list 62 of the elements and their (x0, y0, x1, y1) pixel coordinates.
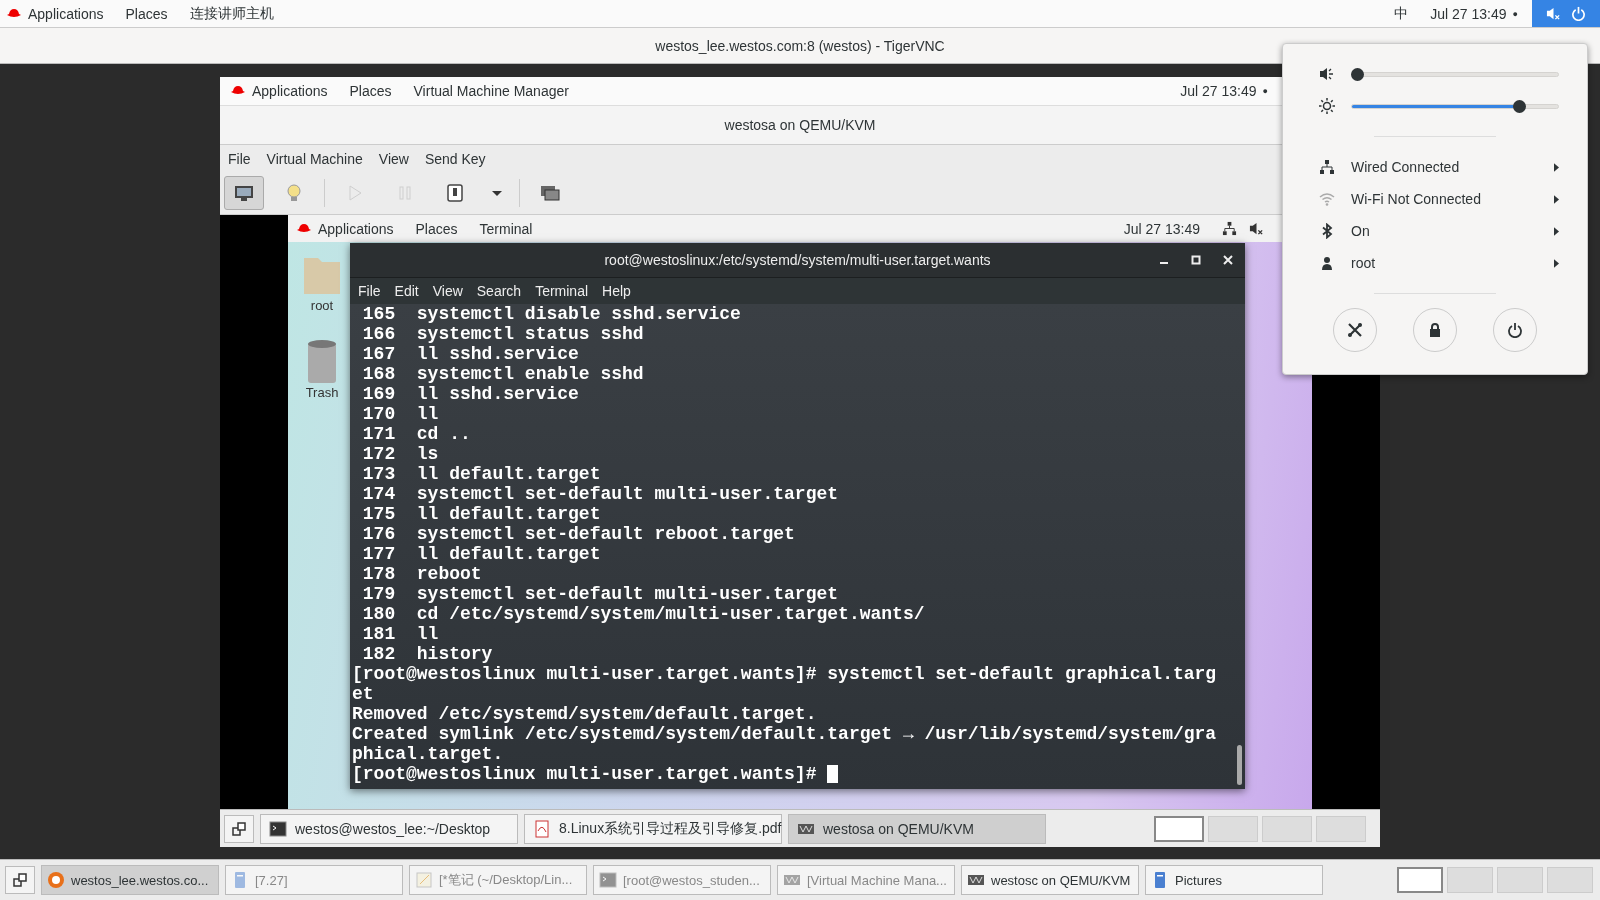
menu-item[interactable]: File (228, 150, 251, 167)
notification-dot: ● (1262, 86, 1268, 96)
terminal-line: 169 ll sshd.service (361, 384, 579, 404)
menu-item[interactable]: root (1283, 247, 1587, 279)
taskbar-item[interactable]: 8.Linux系统引导过程及引导修复.pdf (524, 813, 782, 844)
terminal-line: 177 ll default.target (361, 544, 601, 564)
taskbar-item[interactable]: westosa on QEMU/KVM (788, 813, 1046, 844)
terminal-line: 174 systemctl set-default multi-user.target (361, 484, 839, 504)
menu-item[interactable]: File (358, 283, 381, 299)
terminal-line: phical.target. (352, 744, 504, 764)
terminal-line: 181 ll (361, 624, 439, 644)
window-title: root@westoslinux:/etc/systemd/system/multi-user.target.wants (604, 252, 991, 268)
terminal-line: 167 ll sshd.service (361, 344, 579, 364)
input-method-indicator[interactable]: 中 (1394, 4, 1409, 23)
window-title: westosa on QEMU/KVM (724, 117, 876, 133)
menu-item[interactable]: Edit (394, 283, 419, 299)
clock[interactable]: Jul 27 13:49 (1180, 83, 1257, 99)
terminal-line: 165 systemctl disable sshd.service (361, 304, 741, 324)
top-bar-menu[interactable]: Applications (28, 5, 104, 22)
menu-item[interactable]: On (1283, 215, 1587, 247)
terminal-line: 179 systemctl set-default multi-user.target (361, 584, 839, 604)
menu-item[interactable]: Send Key (424, 150, 486, 167)
menu-item[interactable]: Terminal (535, 283, 589, 299)
top-bar-menu[interactable]: Applications (318, 220, 394, 237)
terminal-line: Created symlink /etc/systemd/system/default.target → /usr/lib/systemd/system/gra (352, 724, 1217, 744)
terminal-line: 182 history (361, 644, 493, 664)
window-title: westos_lee.westos.com:8 (westos) - TigerVNC (655, 37, 945, 54)
terminal-line: 168 systemctl enable sshd (361, 364, 644, 384)
top-bar-menu[interactable]: Applications (252, 83, 328, 99)
taskbar-item[interactable]: Pictures (1145, 865, 1323, 895)
taskbar-item[interactable]: westos@westos_lee:~/Desktop (260, 813, 518, 844)
menu-item[interactable]: Wired Connected (1283, 151, 1587, 183)
terminal-line: 178 reboot (361, 564, 482, 584)
terminal-line: 180 cd /etc/systemd/system/multi-user.target.wants/ (361, 604, 925, 624)
taskbar-item[interactable]: westosc on QEMU/KVM (961, 865, 1139, 895)
terminal-line: 175 ll default.target (361, 504, 601, 524)
menu-item[interactable]: Help (602, 283, 631, 299)
top-bar-menu[interactable]: Places (125, 5, 168, 22)
top-bar-menu[interactable]: Virtual Machine Manager (413, 83, 569, 99)
taskbar-item[interactable]: westos_lee.westos.co... (41, 865, 219, 895)
menu-item[interactable]: Virtual Machine (266, 150, 363, 167)
terminal-line: 170 ll (361, 404, 439, 424)
terminal-line: 172 ls (361, 444, 439, 464)
top-bar-menu[interactable]: Places (415, 220, 458, 237)
clock[interactable]: Jul 27 13:49 (1430, 5, 1507, 22)
menu-item[interactable]: Search (476, 283, 522, 299)
menu-item[interactable]: Wi-Fi Not Connected (1283, 183, 1587, 215)
top-bar-menu[interactable]: Terminal (479, 220, 533, 237)
terminal-line: Removed /etc/systemd/system/default.target. (352, 704, 817, 724)
top-bar-menu[interactable]: Places (349, 83, 392, 99)
top-bar-menu[interactable]: 连接讲师主机 (189, 4, 274, 23)
menu-item[interactable]: View (432, 283, 463, 299)
terminal-line: 171 cd .. (361, 424, 471, 444)
menu-item[interactable]: View (378, 150, 409, 167)
terminal-line: 176 systemctl set-default reboot.target (361, 524, 795, 544)
terminal-line: et (352, 684, 374, 704)
terminal-line: 166 systemctl status sshd (361, 324, 644, 344)
terminal-line: [root@westoslinux multi-user.target.wants]# (352, 764, 818, 784)
clock[interactable]: Jul 27 13:49 (1123, 220, 1200, 237)
terminal-line: [root@westoslinux multi-user.target.wants]# systemctl set-default graphical.targ (352, 664, 1217, 684)
notification-dot: ● (1512, 8, 1518, 19)
terminal-line: 173 ll default.target (361, 464, 601, 484)
